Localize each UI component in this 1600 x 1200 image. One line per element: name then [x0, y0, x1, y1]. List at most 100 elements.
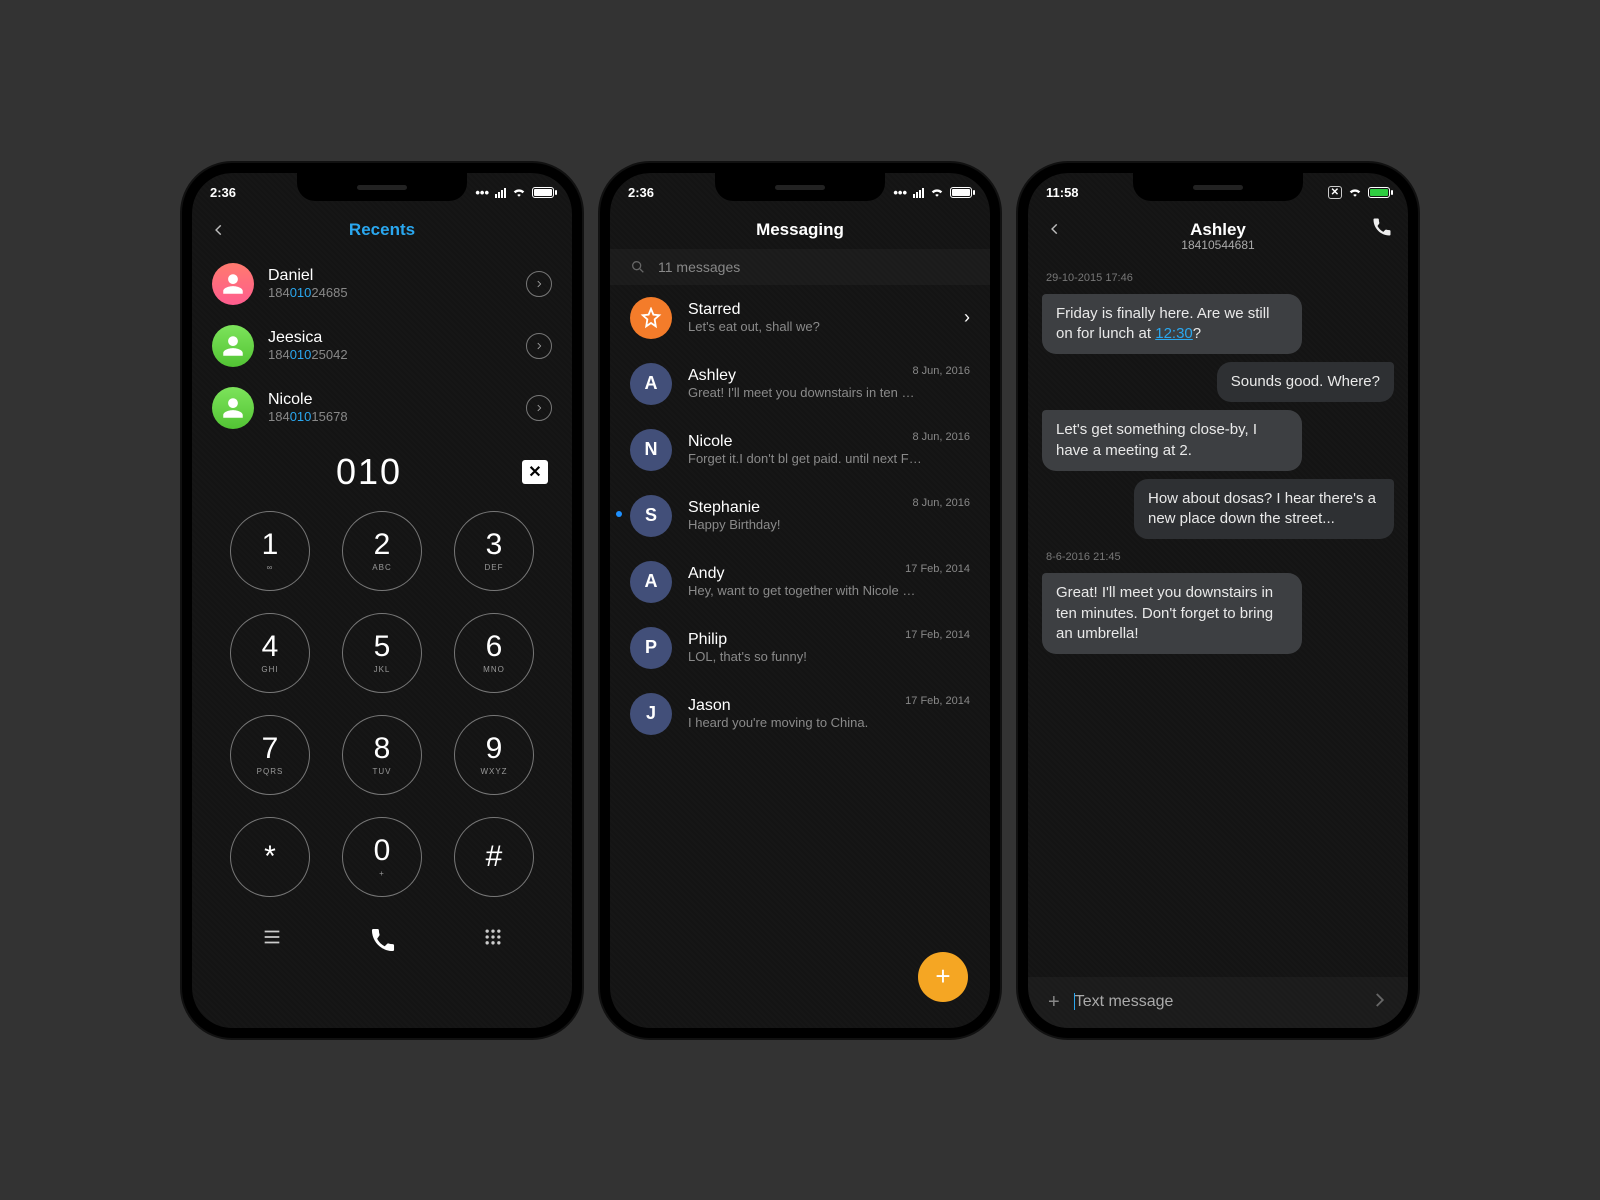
- avatar: A: [630, 561, 672, 603]
- conversation-name: Andy: [688, 565, 915, 583]
- compose-fab[interactable]: +: [918, 952, 968, 1002]
- keypad-key-9[interactable]: 9WXYZ: [454, 715, 534, 795]
- conversation-list: A AshleyGreat! I'll meet you downstairs i…: [610, 351, 990, 747]
- conversation-name: Nicole: [688, 433, 922, 451]
- dnd-icon: ✕: [1328, 186, 1342, 199]
- search-placeholder: 11 messages: [658, 259, 740, 275]
- battery-icon: [532, 187, 554, 198]
- phone-notch: [297, 173, 467, 201]
- avatar: A: [630, 363, 672, 405]
- chat-contact-number: 18410544681: [1044, 238, 1392, 252]
- call-button[interactable]: [360, 917, 406, 963]
- contact-name: Daniel: [268, 267, 348, 285]
- page-title: Recents: [192, 220, 572, 240]
- status-time: 11:58: [1046, 185, 1079, 200]
- message-outgoing[interactable]: Sounds good. Where?: [1217, 362, 1394, 402]
- conversation-date: 8 Jun, 2016: [913, 497, 971, 509]
- signal-icon: [913, 188, 924, 198]
- avatar: P: [630, 627, 672, 669]
- dialpad-toggle-button[interactable]: [483, 927, 503, 952]
- message-outgoing[interactable]: How about dosas? I hear there's a new pl…: [1134, 479, 1394, 540]
- keypad-key-8[interactable]: 8TUV: [342, 715, 422, 795]
- backspace-button[interactable]: ✕: [522, 460, 548, 484]
- conversation-name: Jason: [688, 697, 868, 715]
- keypad-key-7[interactable]: 7PQRS: [230, 715, 310, 795]
- info-button[interactable]: [526, 271, 552, 297]
- conversation-row[interactable]: JJasonI heard you're moving to China.17 …: [610, 681, 990, 747]
- time-link[interactable]: 12:30: [1155, 325, 1193, 342]
- contact-row[interactable]: Nicole18401015678: [192, 377, 572, 439]
- avatar: J: [630, 693, 672, 735]
- wifi-icon: [930, 185, 944, 200]
- phone-dialer: 2:36 ••• Recents Daniel18401024685Jeesic…: [182, 163, 582, 1038]
- star-icon: [630, 297, 672, 339]
- conversation-row[interactable]: AAndyHey, want to get together with Nico…: [610, 549, 990, 615]
- keypad-key-2[interactable]: 2ABC: [342, 511, 422, 591]
- conversation-preview: I heard you're moving to China.: [688, 715, 868, 730]
- info-button[interactable]: [526, 395, 552, 421]
- contact-phone: 18401024685: [268, 285, 348, 300]
- chevron-right-icon: ›: [964, 307, 970, 328]
- conversation-preview: Great! I'll meet you downstairs in ten …: [688, 385, 914, 400]
- attach-button[interactable]: +: [1048, 991, 1060, 1014]
- keypad-key-0[interactable]: 0+: [342, 817, 422, 897]
- signal-icon: [495, 188, 506, 198]
- search-bar[interactable]: 11 messages: [610, 249, 990, 285]
- status-time: 2:36: [210, 185, 236, 200]
- conversation-date: 8 Jun, 2016: [913, 431, 971, 443]
- keypad: 1∞ 2ABC 3DEF 4GHI 5JKL 6MNO 7PQRS 8TUV 9WXYZ * 0+ #: [192, 497, 572, 903]
- message-incoming[interactable]: Great! I'll meet you downstairs in ten m…: [1042, 573, 1302, 654]
- menu-button[interactable]: [261, 926, 283, 953]
- conversation-preview: Forget it.I don't bl get paid. until nex…: [688, 451, 922, 466]
- keypad-key-1[interactable]: 1∞: [230, 511, 310, 591]
- contact-name: Jeesica: [268, 329, 348, 347]
- phone-notch: [1133, 173, 1303, 201]
- contacts-list: Daniel18401024685Jeesica18401025042Nicol…: [192, 249, 572, 439]
- conversation-date: 8 Jun, 2016: [913, 365, 971, 377]
- contact-row[interactable]: Daniel18401024685: [192, 253, 572, 315]
- contact-name: Nicole: [268, 391, 348, 409]
- conversation-preview: Happy Birthday!: [688, 517, 781, 532]
- keypad-key-#[interactable]: #: [454, 817, 534, 897]
- dial-display: 010: [216, 451, 522, 493]
- conversation-row[interactable]: A AshleyGreat! I'll meet you downstairs i…: [610, 351, 990, 417]
- more-icon: •••: [475, 185, 489, 200]
- conversation-name: Philip: [688, 631, 807, 649]
- conversation-name: Ashley: [688, 367, 914, 385]
- status-time: 2:36: [628, 185, 654, 200]
- send-button[interactable]: [1370, 991, 1388, 1014]
- message-composer: + ​Text message: [1028, 977, 1408, 1028]
- keypad-key-5[interactable]: 5JKL: [342, 613, 422, 693]
- message-timestamp: 8-6-2016 21:45: [1046, 551, 1390, 563]
- message-timestamp: 29-10-2015 17:46: [1046, 272, 1390, 284]
- unread-dot: [616, 511, 622, 517]
- avatar: [212, 387, 254, 429]
- conversation-date: 17 Feb, 2014: [905, 563, 970, 575]
- keypad-key-*[interactable]: *: [230, 817, 310, 897]
- back-icon[interactable]: [208, 219, 230, 241]
- message-input[interactable]: ​Text message: [1074, 993, 1356, 1011]
- phone-chat: 11:58 ✕ Ashley 18410544681 2: [1018, 163, 1418, 1038]
- keypad-key-6[interactable]: 6MNO: [454, 613, 534, 693]
- conversation-starred[interactable]: Starred Let's eat out, shall we? ›: [610, 285, 990, 351]
- page-title: Messaging: [610, 220, 990, 240]
- contact-phone: 18401025042: [268, 347, 348, 362]
- avatar: [212, 325, 254, 367]
- avatar: S: [630, 495, 672, 537]
- more-icon: •••: [893, 185, 907, 200]
- phone-notch: [715, 173, 885, 201]
- wifi-icon: [512, 185, 526, 200]
- message-incoming[interactable]: Let's get something close-by, I have a m…: [1042, 410, 1302, 471]
- conversation-date: 17 Feb, 2014: [905, 629, 970, 641]
- keypad-key-4[interactable]: 4GHI: [230, 613, 310, 693]
- keypad-key-3[interactable]: 3DEF: [454, 511, 534, 591]
- avatar: [212, 263, 254, 305]
- contact-row[interactable]: Jeesica18401025042: [192, 315, 572, 377]
- message-incoming[interactable]: Friday is finally here. Are we still on …: [1042, 294, 1302, 355]
- conversation-row[interactable]: SStephanieHappy Birthday!8 Jun, 2016: [610, 483, 990, 549]
- conversation-preview: Let's eat out, shall we?: [688, 319, 820, 334]
- conversation-row[interactable]: NNicoleForget it.I don't bl get paid. un…: [610, 417, 990, 483]
- wifi-icon: [1348, 185, 1362, 200]
- conversation-row[interactable]: PPhilipLOL, that's so funny!17 Feb, 2014: [610, 615, 990, 681]
- info-button[interactable]: [526, 333, 552, 359]
